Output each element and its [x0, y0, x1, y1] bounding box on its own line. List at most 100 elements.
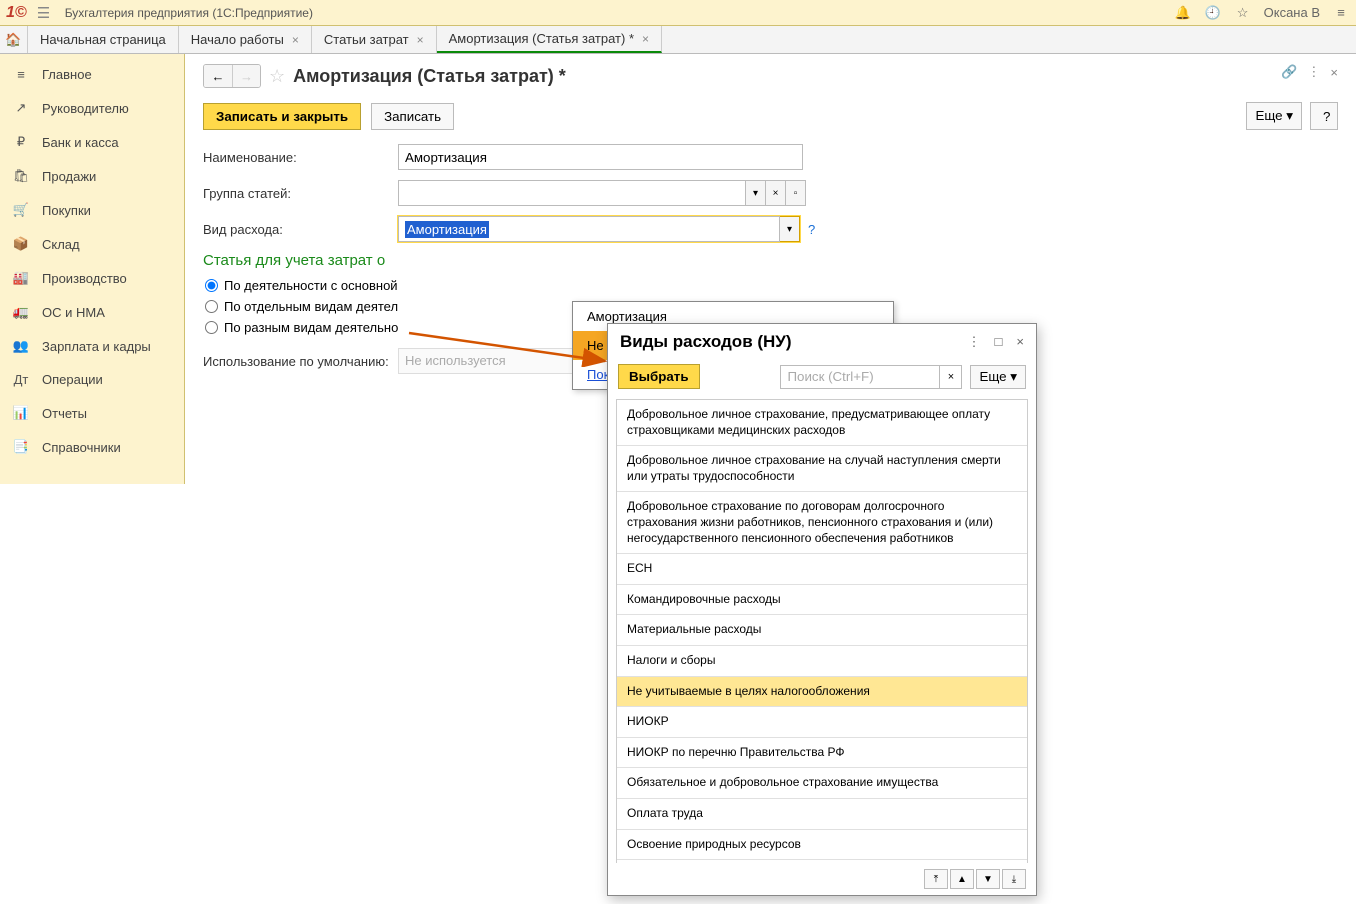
sidebar-item[interactable]: ≡Главное — [0, 58, 184, 91]
sidebar-label: Отчеты — [42, 406, 87, 421]
sidebar-item[interactable]: 📊 Отчеты — [0, 396, 184, 430]
help-button[interactable]: ? — [1310, 102, 1338, 130]
open-button[interactable]: ▫ — [786, 180, 806, 206]
logo-1c: 1© — [6, 4, 27, 22]
list-item[interactable]: Освоение природных ресурсов — [617, 830, 1027, 861]
home-tab-icon[interactable]: 🏠 — [0, 26, 28, 53]
list-item[interactable]: Оплата труда — [617, 799, 1027, 830]
user-name[interactable]: Оксана В — [1264, 5, 1320, 20]
radio-input[interactable] — [205, 300, 218, 313]
forward-button[interactable]: → — [232, 65, 260, 87]
sidebar-item[interactable]: 🏭Производство — [0, 261, 184, 295]
sidebar-icon: 📑 — [12, 439, 30, 455]
sidebar-item[interactable]: ↗Руководителю — [0, 91, 184, 125]
menu-icon[interactable] — [37, 4, 55, 22]
sidebar-item[interactable]: ₽Банк и касса — [0, 125, 184, 159]
group-input[interactable] — [398, 180, 746, 206]
close-icon[interactable]: × — [1330, 65, 1338, 80]
name-input[interactable] — [398, 144, 803, 170]
sidebar-item[interactable]: 🛒Покупки — [0, 193, 184, 227]
tab-label: Амортизация (Статья затрат) * — [449, 31, 634, 46]
list-item[interactable]: НИОКР — [617, 707, 1027, 738]
tab-start-page[interactable]: Начальная страница — [28, 26, 179, 53]
list-item[interactable]: Не учитываемые в целях налогообложения — [617, 677, 1027, 708]
row-name: Наименование: — [203, 144, 1338, 170]
search-clear-button[interactable]: × — [940, 365, 962, 389]
more-button[interactable]: Еще ▾ — [1246, 102, 1302, 130]
panel-icon[interactable]: ≡ — [1332, 5, 1350, 20]
maximize-icon[interactable]: □ — [995, 334, 1003, 350]
sidebar-icon: 🛒 — [12, 202, 30, 218]
radio-label: По отдельным видам деятел — [224, 299, 398, 314]
more-icon[interactable]: ⋮ — [1307, 64, 1320, 80]
scroll-up-button[interactable]: ▲ — [950, 869, 974, 889]
radio-main-activity[interactable]: По деятельности с основной — [205, 275, 1338, 296]
list-item[interactable]: Добровольное личное страхование на случа… — [617, 446, 1027, 492]
row-group: Группа статей: ▾ × ▫ — [203, 180, 1338, 206]
scroll-top-button[interactable]: ⤒ — [924, 869, 948, 889]
sidebar-label: Главное — [42, 67, 92, 82]
tab-start-work[interactable]: Начало работы × — [179, 26, 312, 53]
radio-input[interactable] — [205, 321, 218, 334]
save-button[interactable]: Записать — [371, 103, 454, 130]
sidebar-item[interactable]: ДтОперации — [0, 363, 184, 396]
back-button[interactable]: ← — [204, 65, 232, 87]
expense-types-popup: Виды расходов (НУ) ⋮ □ × Выбрать × Еще ▾… — [607, 323, 1037, 896]
link-icon[interactable]: 🔗 — [1281, 64, 1297, 80]
sidebar-label: Производство — [42, 271, 127, 286]
search-input[interactable] — [780, 365, 940, 389]
list-item[interactable]: Материальные расходы — [617, 615, 1027, 646]
popup-more-button[interactable]: Еще ▾ — [970, 365, 1026, 389]
favorite-icon[interactable]: ☆ — [269, 66, 285, 87]
sidebar-label: Руководителю — [42, 101, 129, 116]
select-button[interactable]: Выбрать — [618, 364, 700, 389]
tab-label: Начало работы — [191, 32, 284, 47]
sidebar-icon: ₽ — [12, 134, 30, 150]
list-item[interactable]: Добровольное страхование по договорам до… — [617, 492, 1027, 554]
tab-label: Начальная страница — [40, 32, 166, 47]
scroll-bottom-button[interactable]: ⤓ — [1002, 869, 1026, 889]
close-icon[interactable]: × — [292, 33, 299, 47]
list-item[interactable]: Обязательное и добровольное страхование … — [617, 768, 1027, 799]
sidebar-item[interactable]: 📦Склад — [0, 227, 184, 261]
dropdown-button[interactable]: ▾ — [780, 216, 800, 242]
close-icon[interactable]: × — [1016, 334, 1024, 350]
expense-kind-input[interactable]: Амортизация — [398, 216, 780, 242]
tab-bar: 🏠 Начальная страница Начало работы × Ста… — [0, 26, 1356, 54]
section-title: Статья для учета затрат о — [203, 252, 1338, 269]
tab-cost-items[interactable]: Статьи затрат × — [312, 26, 437, 53]
sidebar: ≡Главное↗Руководителю₽Банк и касса🛍Прода… — [0, 54, 185, 484]
sidebar-item[interactable]: 🚛ОС и НМА — [0, 295, 184, 329]
expense-types-list[interactable]: Добровольное личное страхование, предусм… — [616, 399, 1028, 863]
radio-input[interactable] — [205, 279, 218, 292]
nav-row: ← → ☆ Амортизация (Статья затрат) * 🔗 ⋮ … — [203, 64, 1338, 88]
dropdown-button[interactable]: ▾ — [746, 180, 766, 206]
label-name: Наименование: — [203, 150, 398, 165]
scroll-down-button[interactable]: ▼ — [976, 869, 1000, 889]
sidebar-icon: Дт — [12, 372, 30, 387]
popup-toolbar: Выбрать × Еще ▾ — [608, 360, 1036, 399]
list-item[interactable]: ЕСН — [617, 554, 1027, 585]
close-icon[interactable]: × — [642, 32, 649, 46]
list-item[interactable]: Налоги и сборы — [617, 646, 1027, 677]
label-group: Группа статей: — [203, 186, 398, 201]
history-icon[interactable]: 🕘 — [1204, 5, 1222, 21]
list-item[interactable]: Добровольное личное страхование, предусм… — [617, 400, 1027, 446]
list-item[interactable]: Командировочные расходы — [617, 585, 1027, 616]
save-close-button[interactable]: Записать и закрыть — [203, 103, 361, 130]
more-icon[interactable]: ⋮ — [968, 334, 981, 350]
page-top-right: 🔗 ⋮ × — [1281, 64, 1338, 80]
tab-amortization[interactable]: Амортизация (Статья затрат) * × — [437, 26, 662, 53]
sidebar-item[interactable]: 📑Справочники — [0, 430, 184, 464]
help-link[interactable]: ? — [808, 222, 815, 237]
bell-icon[interactable]: 🔔 — [1174, 5, 1192, 21]
close-icon[interactable]: × — [417, 33, 424, 47]
sidebar-item[interactable]: 👥Зарплата и кадры — [0, 329, 184, 363]
toolbar-right: Еще ▾ ? — [1246, 102, 1338, 130]
sidebar-item[interactable]: 🛍Продажи — [0, 159, 184, 193]
list-item[interactable]: НИОКР по перечню Правительства РФ — [617, 738, 1027, 769]
star-icon[interactable]: ☆ — [1234, 5, 1252, 21]
sidebar-icon: 📊 — [12, 405, 30, 421]
clear-button[interactable]: × — [766, 180, 786, 206]
sidebar-icon: 📦 — [12, 236, 30, 252]
